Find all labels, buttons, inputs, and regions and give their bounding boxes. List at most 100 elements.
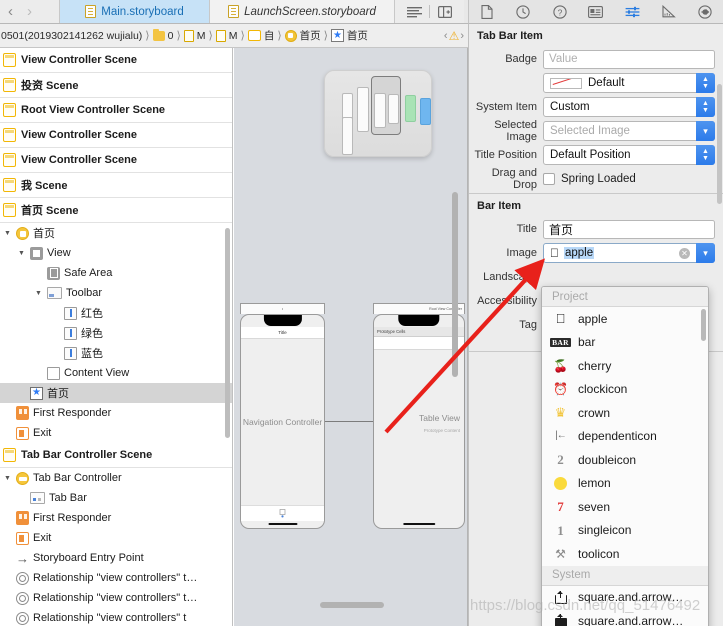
document-icon[interactable] (473, 0, 501, 24)
device-thumb[interactable] (388, 94, 399, 124)
title-position-popup[interactable]: Default Position ▲ ▼ (543, 145, 715, 165)
forward-arrow-icon[interactable]: › (27, 4, 32, 19)
issue-next-button[interactable]: › (459, 30, 468, 42)
outline-scene-row[interactable]: 我 Scene (0, 173, 232, 198)
dropdown-item[interactable]: ⏰ clockicon (542, 378, 708, 402)
breadcrumb-item-viewcontroller[interactable]: 首页 (283, 28, 323, 43)
clock-icon[interactable] (509, 0, 537, 24)
outline-tree-row[interactable]: ▼ View (0, 243, 232, 263)
chevron-down-icon[interactable]: ▾ (696, 121, 715, 141)
breadcrumb-item-file-1[interactable]: M (182, 29, 208, 42)
disclosure-triangle-icon[interactable]: ▼ (17, 250, 26, 257)
dropdown-item[interactable]: lemon (542, 472, 708, 496)
bar-item-image-combo[interactable]:  apple ✕ ▾ (543, 243, 715, 263)
navigation-controller-scene[interactable]: Title Navigation Controller (240, 314, 325, 529)
outline-tree-row[interactable]: ▼Exit (0, 528, 232, 548)
inspector-scrollbar[interactable] (717, 84, 722, 204)
breadcrumb-item-project[interactable]: 0501(2019302141262 wujialu) (0, 30, 144, 42)
tab-launchscreen-storyboard[interactable]: LaunchScreen.storyboard (210, 0, 395, 23)
breadcrumb-item-file-2[interactable]: M (214, 29, 240, 42)
scene-titlebar-nav[interactable]: • (240, 303, 325, 314)
dropdown-item[interactable]: 7 seven (542, 495, 708, 519)
breadcrumb-item-scene[interactable]: 自 (246, 28, 277, 43)
segue-connector[interactable] (325, 421, 373, 422)
outline-tree-row[interactable]: ▼Tab Bar (0, 488, 232, 508)
dropdown-item[interactable]: ♛ crown (542, 401, 708, 425)
disclosure-triangle-icon[interactable]: ▼ (34, 290, 43, 297)
selected-image-combo[interactable]: Selected Image ▾ (543, 121, 715, 141)
badge-input[interactable] (543, 49, 715, 69)
prototype-cell[interactable] (374, 337, 464, 350)
device-thumb-blue[interactable] (420, 98, 431, 125)
stepper-icon[interactable]: ▲ ▼ (696, 97, 715, 117)
outline-tree-row[interactable]: ▼Relationship "view controllers" t… (0, 568, 232, 588)
warning-triangle-icon[interactable]: ⚠ (449, 29, 460, 43)
outline-tree-row[interactable]: ▼红色 (0, 303, 232, 323)
outline-scene-row[interactable]: 投资 Scene (0, 73, 232, 98)
document-outline[interactable]: View Controller Scene 投资 Scene Root View C… (0, 48, 233, 626)
align-icon[interactable] (401, 0, 427, 24)
spring-loaded-checkbox[interactable] (543, 173, 555, 185)
outline-tree-row[interactable]: ▼First Responder (0, 508, 232, 528)
dropdown-item[interactable]: 2 doubleicon (542, 448, 708, 472)
outline-scene-row[interactable]: View Controller Scene (0, 48, 232, 73)
device-thumb[interactable] (357, 87, 369, 132)
dropdown-scrollbar[interactable] (701, 309, 706, 341)
device-picker-popover[interactable] (324, 70, 432, 157)
dropdown-item[interactable]:  apple (542, 307, 708, 331)
outline-tree-row[interactable]: ▼绿色 (0, 323, 232, 343)
question-circle-icon[interactable]: ? (546, 0, 574, 24)
outline-scene-row[interactable]: View Controller Scene (0, 123, 232, 148)
outline-tree-row[interactable]: ▼Exit (0, 423, 232, 443)
tab-main-storyboard[interactable]: Main.storyboard (60, 0, 210, 23)
device-thumb[interactable] (342, 117, 353, 155)
bar-item-title-input[interactable] (543, 219, 715, 239)
outline-tree-row[interactable]: ▼★首页 (0, 383, 232, 403)
outline-tree-row[interactable]: ▼First Responder (0, 403, 232, 423)
canvas-horizontal-scrollbar[interactable] (320, 602, 384, 608)
canvas-surface[interactable]: • Title Navigation Controller Root View … (240, 50, 465, 612)
outline-tree-row[interactable]: ▼ 首页 (0, 223, 232, 243)
stepper-icon[interactable]: ▲ ▼ (696, 73, 715, 93)
outline-tree-row[interactable]: ▼Relationship "view controllers" t (0, 608, 232, 626)
dropdown-item[interactable]: BAR bar (542, 331, 708, 355)
system-item-popup[interactable]: Custom ▲ ▼ (543, 97, 715, 117)
sliders-icon[interactable] (618, 0, 646, 24)
outline-scrollbar[interactable] (225, 228, 230, 438)
dropdown-item[interactable]: 1 singleicon (542, 519, 708, 543)
device-thumb-green[interactable] (405, 95, 416, 122)
outline-tree-row[interactable]: ▼Safe Area (0, 263, 232, 283)
dropdown-item[interactable]: 🍒 cherry (542, 354, 708, 378)
breadcrumb-item-folder[interactable]: 0 (151, 28, 176, 42)
identity-card-icon[interactable] (582, 0, 610, 24)
storyboard-canvas[interactable]: • Title Navigation Controller Root View … (234, 48, 468, 626)
connections-arrow-icon[interactable] (691, 0, 719, 24)
back-arrow-icon[interactable]: ‹ (8, 4, 13, 19)
disclosure-triangle-icon[interactable]: ▼ (3, 230, 12, 237)
outline-scene-row[interactable]: View Controller Scene (0, 148, 232, 173)
dropdown-item[interactable]: square.and.arrow… (542, 586, 708, 610)
ruler-icon[interactable] (655, 0, 683, 24)
image-picker-dropdown[interactable]: Project  apple BAR bar 🍒 cherry ⏰ clockicon ♛ cr… (541, 286, 709, 626)
assistant-editor-icon[interactable] (432, 0, 458, 24)
outline-scene-row[interactable]: Root View Controller Scene (0, 98, 232, 123)
dropdown-item[interactable]: ⚒ toolicon (542, 542, 708, 566)
outline-tree-row[interactable]: ▼蓝色 (0, 343, 232, 363)
clear-icon[interactable]: ✕ (679, 248, 690, 259)
outline-tree-row[interactable]: ▼ Tab Bar Controller (0, 468, 232, 488)
chevron-down-icon[interactable]: ▾ (696, 243, 715, 263)
outline-scene-row[interactable]: Tab Bar Controller Scene (0, 443, 232, 468)
badge-color-popup[interactable]: Default ▲ ▼ (543, 73, 715, 93)
outline-tree-row[interactable]: ▼ Toolbar (0, 283, 232, 303)
outline-tree-row[interactable]: ▼Content View (0, 363, 232, 383)
canvas-vertical-scrollbar[interactable] (452, 192, 458, 377)
dropdown-item[interactable]: square.and.arrow… (542, 609, 708, 626)
outline-tree-row[interactable]: ▼Relationship "view controllers" t… (0, 588, 232, 608)
disclosure-triangle-icon[interactable]: ▼ (3, 475, 12, 482)
outline-tree-row[interactable]: ▼→Storyboard Entry Point (0, 548, 232, 568)
breadcrumb-item-tabbaritem[interactable]: ★ 首页 (329, 28, 370, 43)
dropdown-item[interactable]: |← dependenticon (542, 425, 708, 449)
stepper-icon[interactable]: ▲ ▼ (696, 145, 715, 165)
outline-scene-row[interactable]: 首页 Scene (0, 198, 232, 223)
device-thumb[interactable] (374, 93, 386, 128)
